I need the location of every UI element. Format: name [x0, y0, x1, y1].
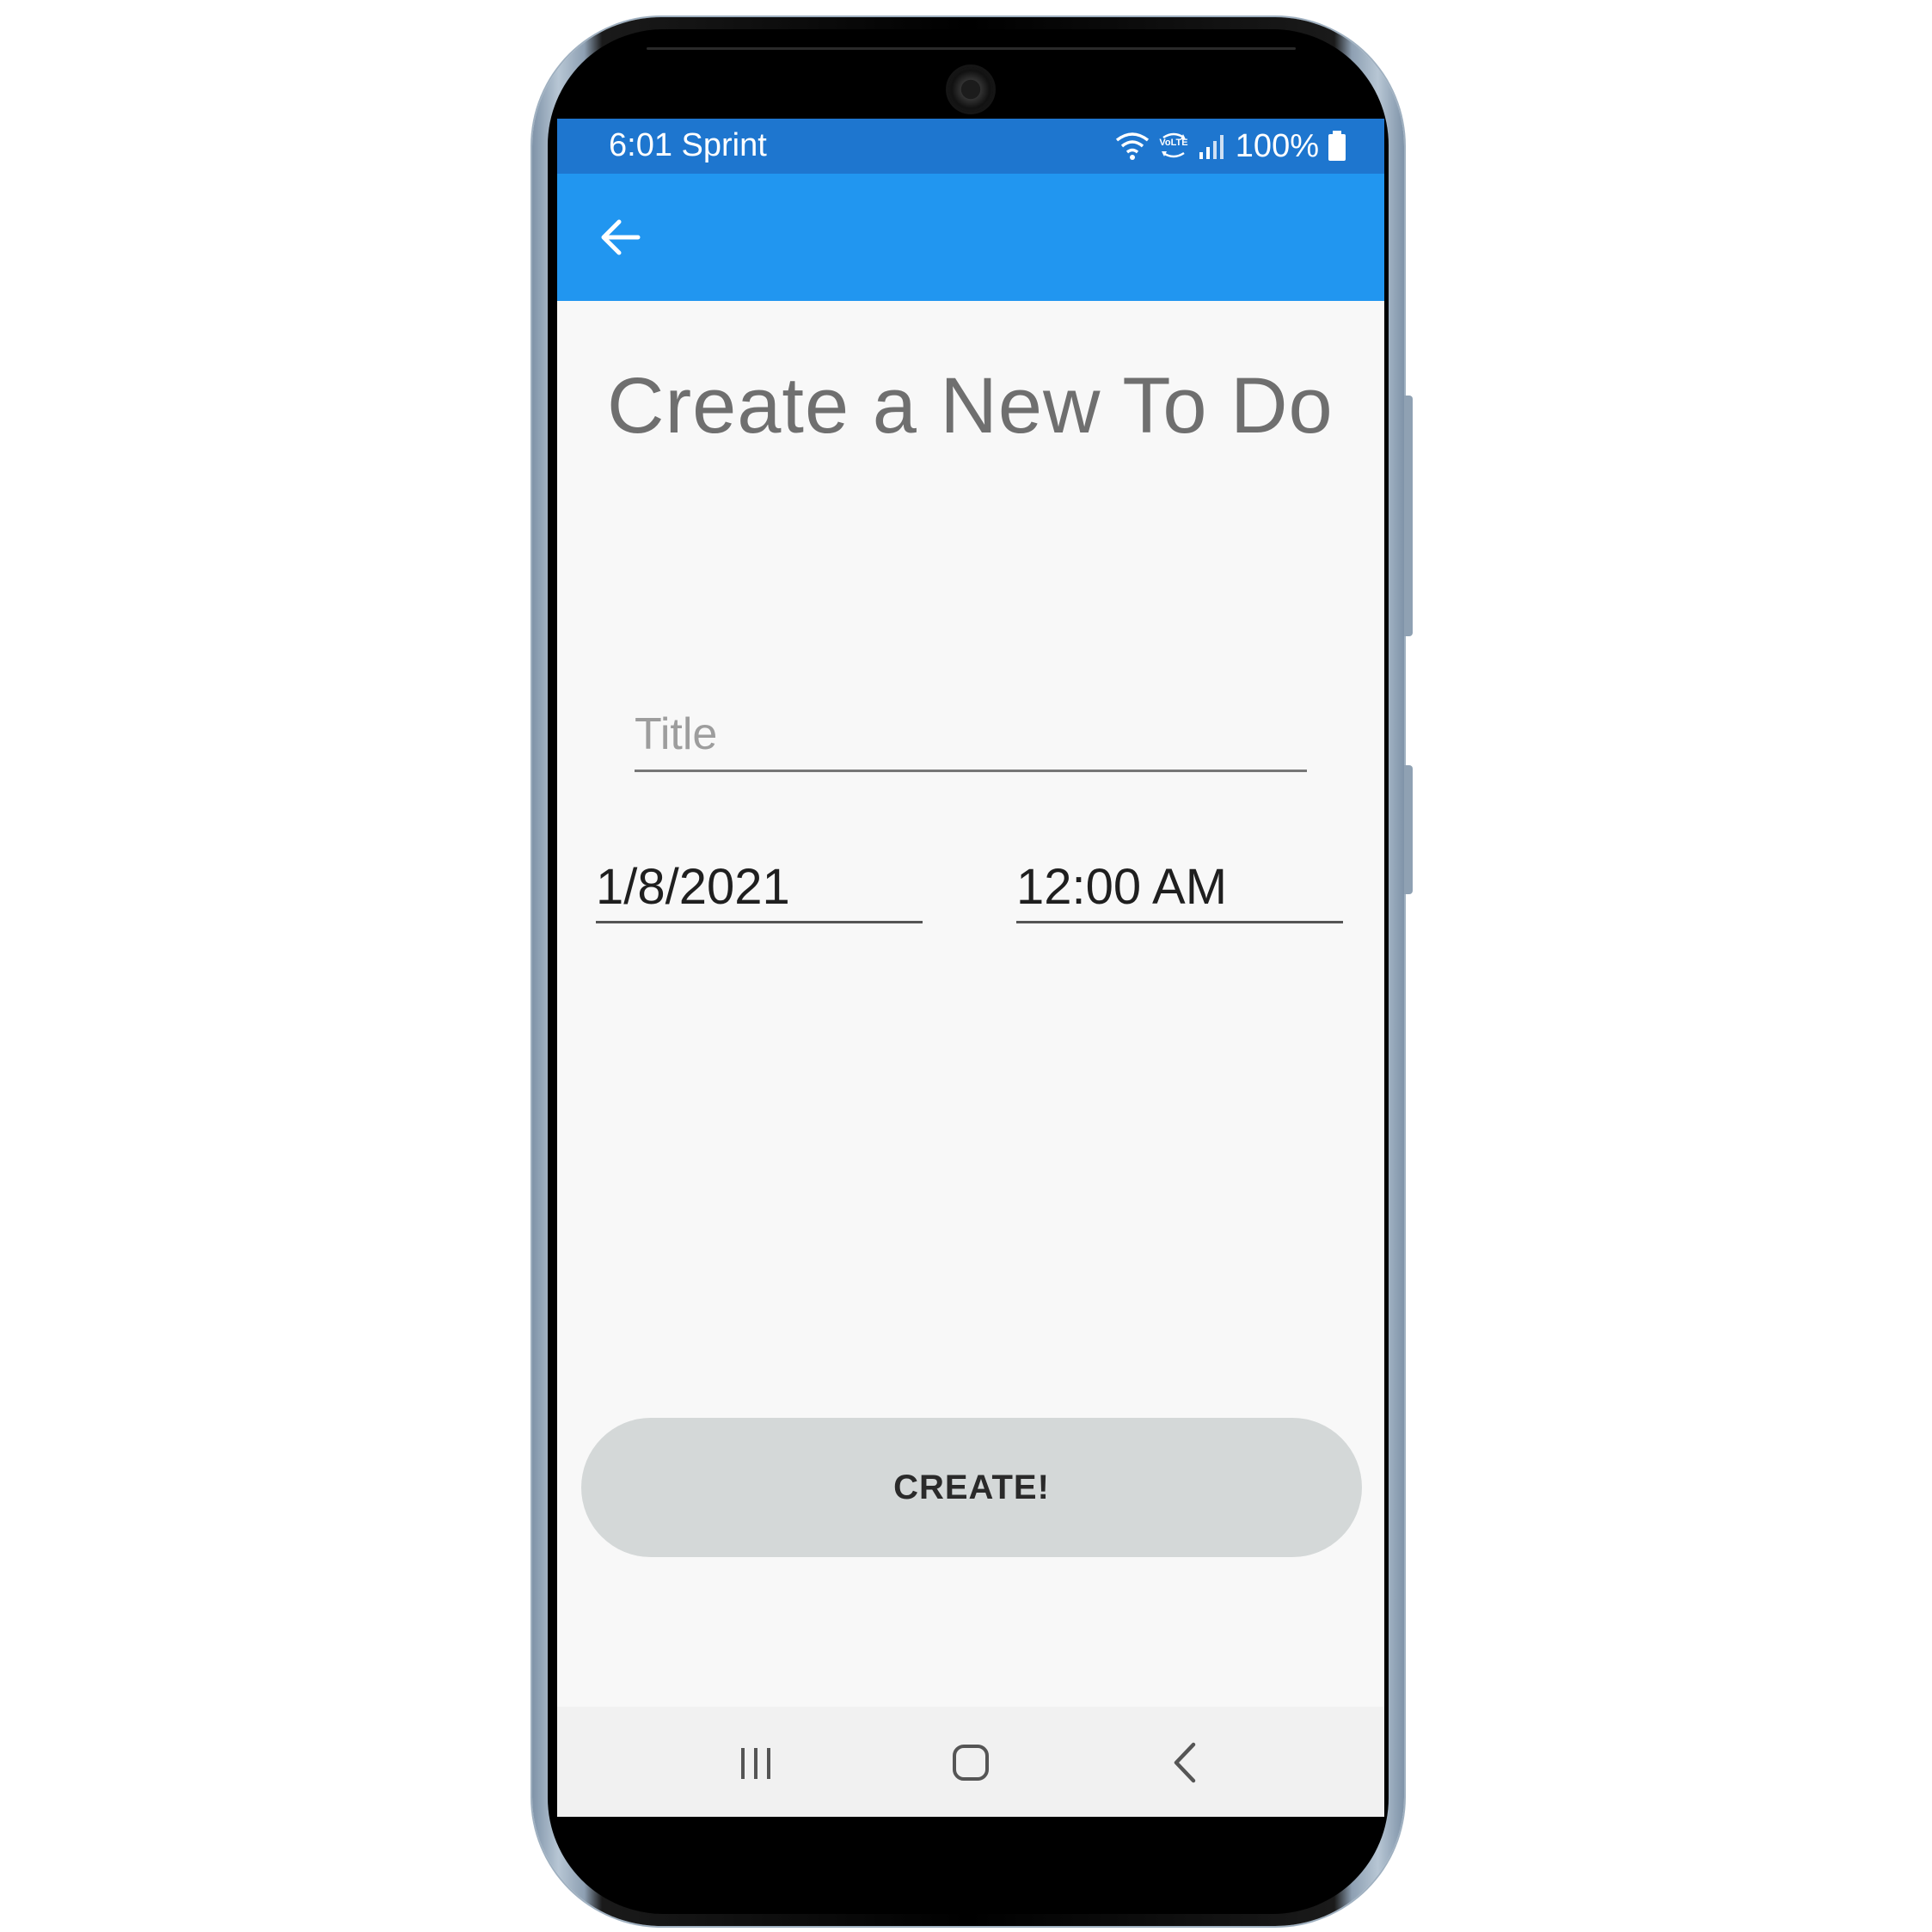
create-button[interactable]: CREATE! [581, 1418, 1362, 1557]
wifi-icon [1115, 132, 1149, 160]
device-stage: 6:01 Sprint VoLTE 100% Create a New To D… [0, 0, 1932, 1932]
time-picker-field[interactable]: 12:00 AM [1016, 856, 1343, 923]
volume-button [1404, 396, 1413, 636]
speaker-grille [647, 47, 1296, 50]
power-button [1404, 765, 1413, 894]
battery-icon [1328, 131, 1346, 161]
status-bar: 6:01 Sprint VoLTE 100% [557, 119, 1384, 174]
screen: 6:01 Sprint VoLTE 100% Create a New To D… [557, 119, 1384, 1817]
battery-percent: 100% [1235, 127, 1319, 164]
status-indicators: VoLTE 100% [1115, 127, 1346, 165]
arrow-left-icon[interactable] [598, 215, 643, 260]
volte-icon: VoLTE [1159, 132, 1187, 158]
title-input[interactable] [635, 703, 1307, 772]
page-title: Create a New To Do [607, 362, 1334, 450]
front-camera [948, 67, 993, 112]
back-icon[interactable] [1156, 1733, 1216, 1793]
navigation-bar [557, 1707, 1384, 1817]
status-time-carrier: 6:01 Sprint [609, 127, 767, 163]
home-icon[interactable] [941, 1733, 1001, 1793]
recent-apps-icon[interactable] [726, 1733, 786, 1793]
signal-icon [1199, 135, 1224, 159]
date-picker-field[interactable]: 1/8/2021 [596, 856, 923, 923]
app-bar [557, 174, 1384, 301]
